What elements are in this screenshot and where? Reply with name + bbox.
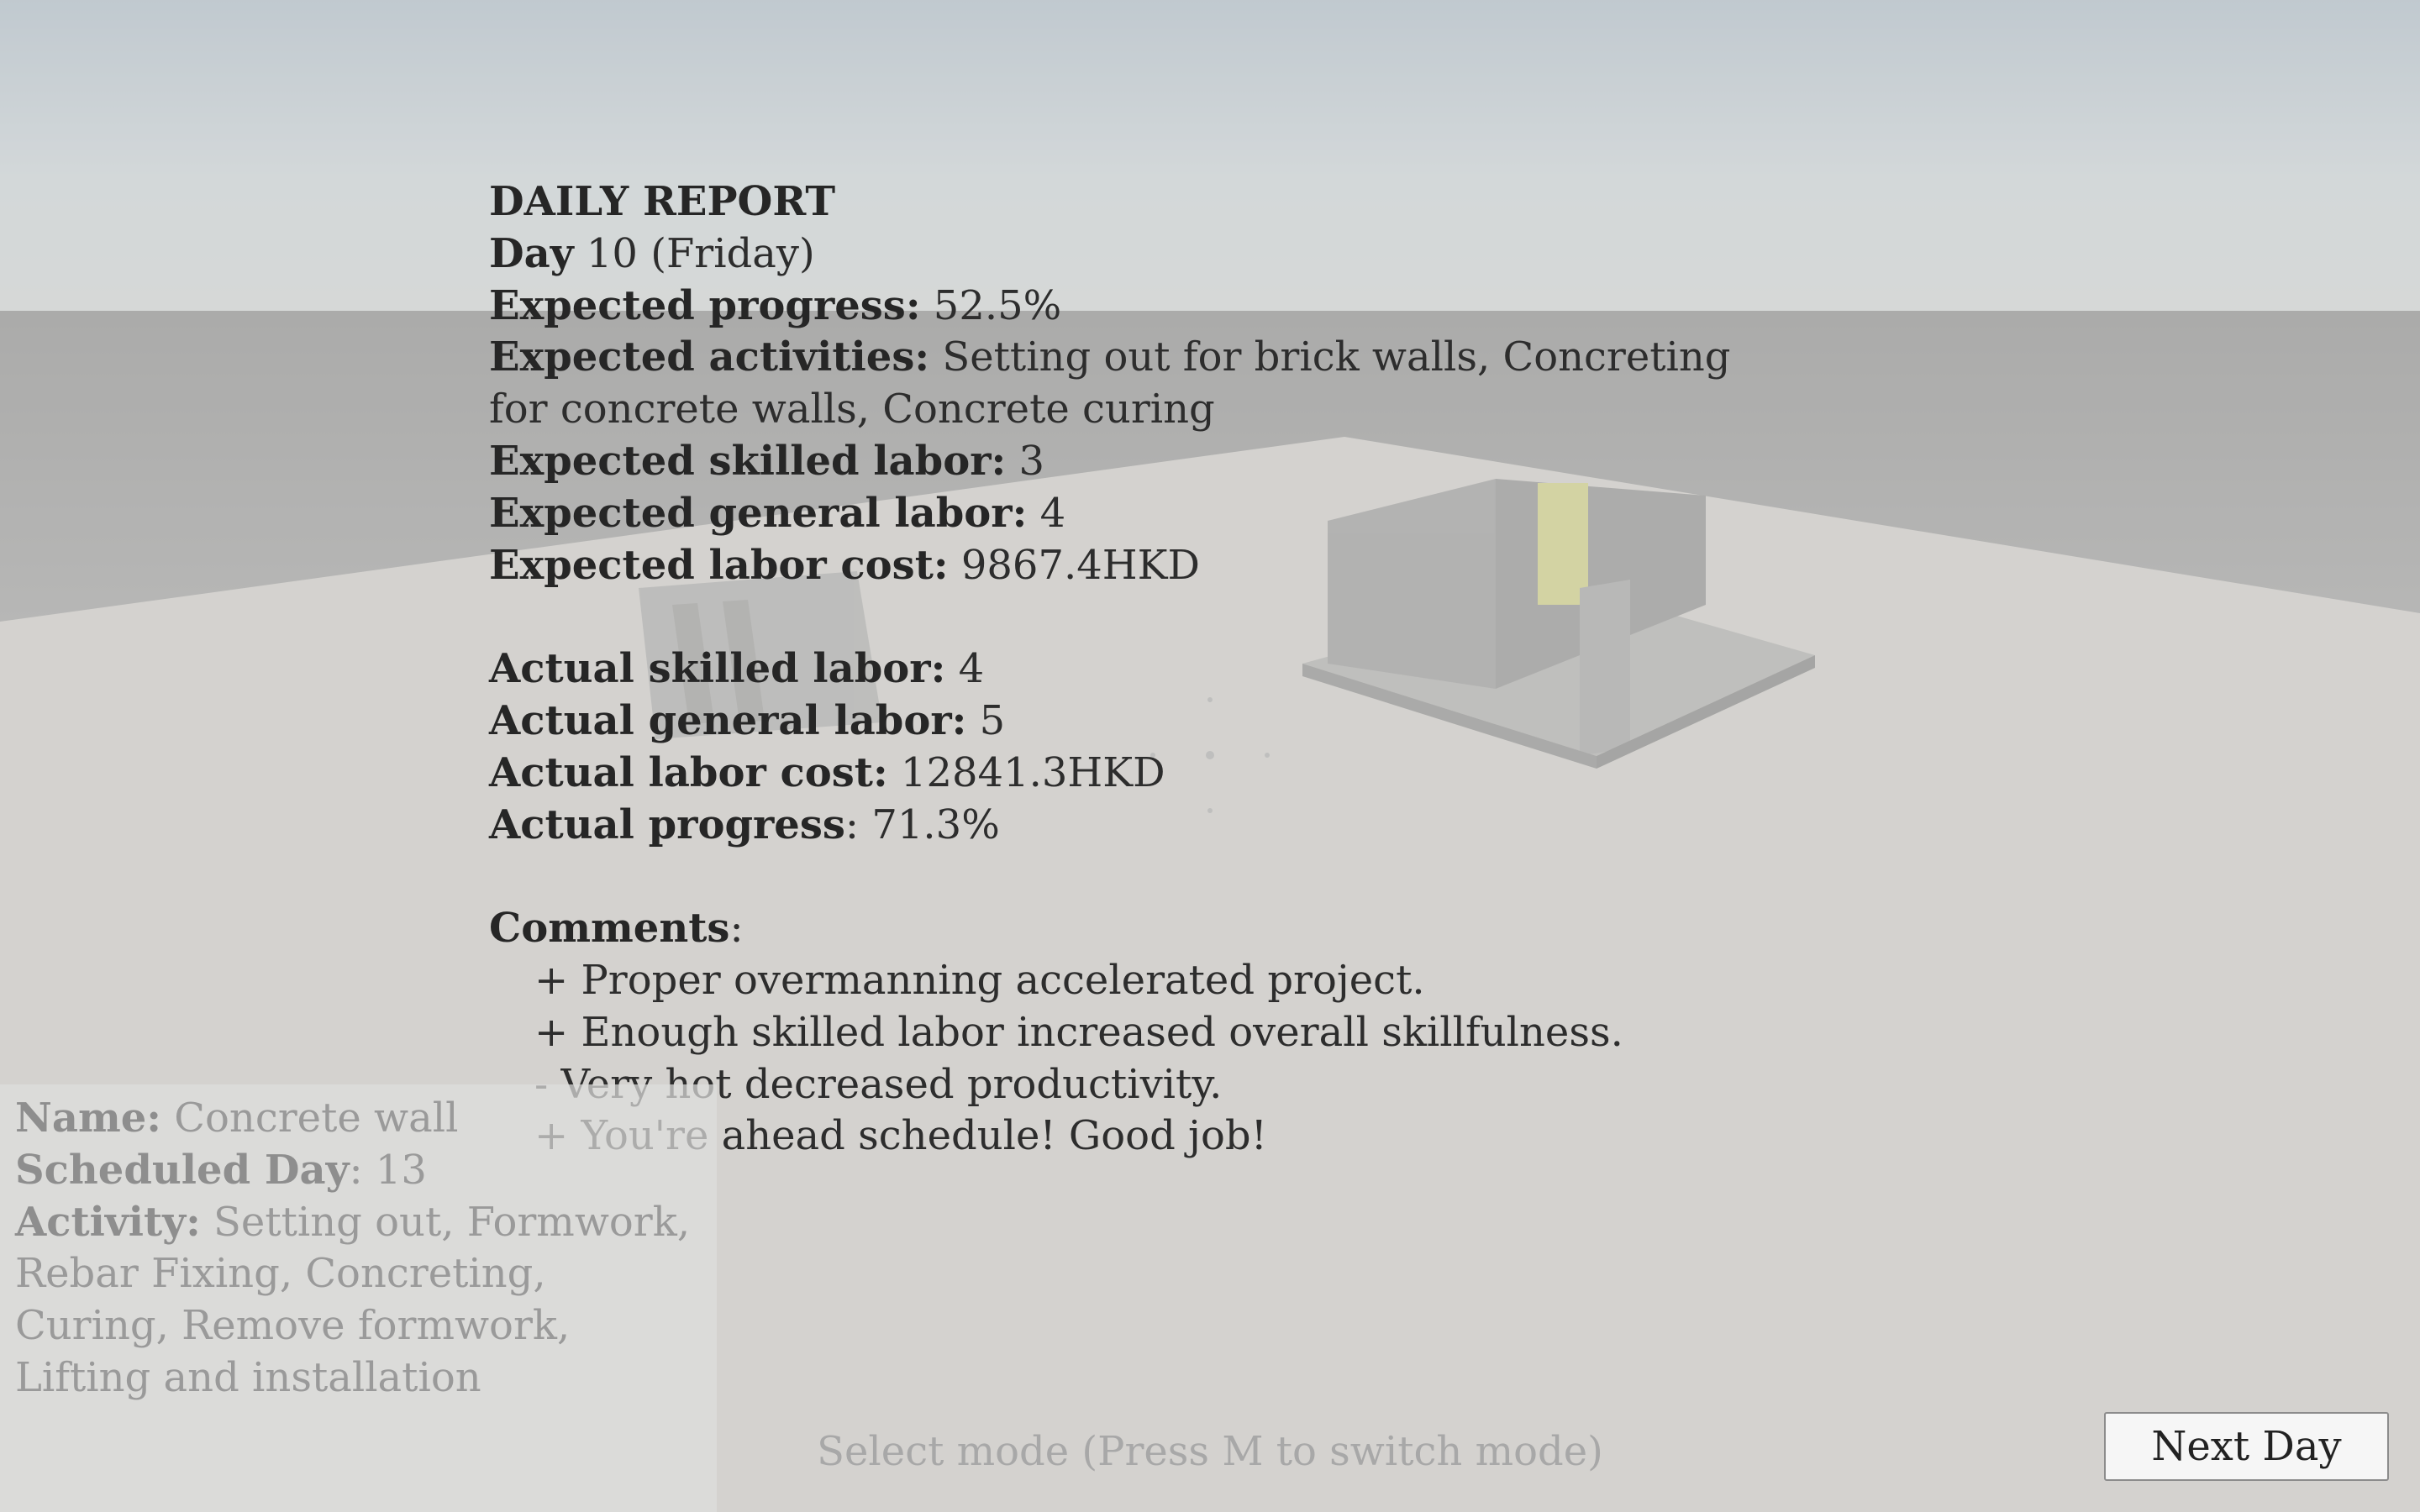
comment-item: + Enough skilled labor increased overall… <box>534 1008 1623 1056</box>
info-scheduled-day: Scheduled Day: 13 <box>15 1146 427 1194</box>
actual-general-labor: Actual general labor: 5 <box>489 696 1006 744</box>
next-day-button[interactable]: Next Day <box>2104 1412 2389 1481</box>
comments-heading: Comments: <box>489 905 744 953</box>
report-title: DAILY REPORT <box>489 178 836 225</box>
expected-general-labor: Expected general labor: 4 <box>489 489 1066 537</box>
comment-item: + Proper overmanning accelerated project… <box>534 956 1425 1004</box>
info-activity: Activity: Setting out, Formwork, Rebar F… <box>15 1198 691 1401</box>
report-day: Day 10 (Friday) <box>489 229 815 277</box>
expected-activities: Expected activities: Setting out for bri… <box>489 333 1731 433</box>
info-name: Name: Concrete wall <box>15 1095 459 1142</box>
mode-hint: Select mode (Press M to switch mode) <box>817 1428 1603 1475</box>
expected-labor-cost: Expected labor cost: 9867.4HKD <box>489 541 1201 589</box>
actual-progress: Actual progress: 71.3% <box>489 801 1000 848</box>
daily-report-panel: DAILY REPORT Day 10 (Friday) Expected pr… <box>489 176 1833 1163</box>
actual-skilled-labor: Actual skilled labor: 4 <box>489 645 985 693</box>
expected-skilled-labor: Expected skilled labor: 3 <box>489 437 1045 485</box>
actual-labor-cost: Actual labor cost: 12841.3HKD <box>489 748 1165 796</box>
expected-progress: Expected progress: 52.5% <box>489 281 1062 329</box>
